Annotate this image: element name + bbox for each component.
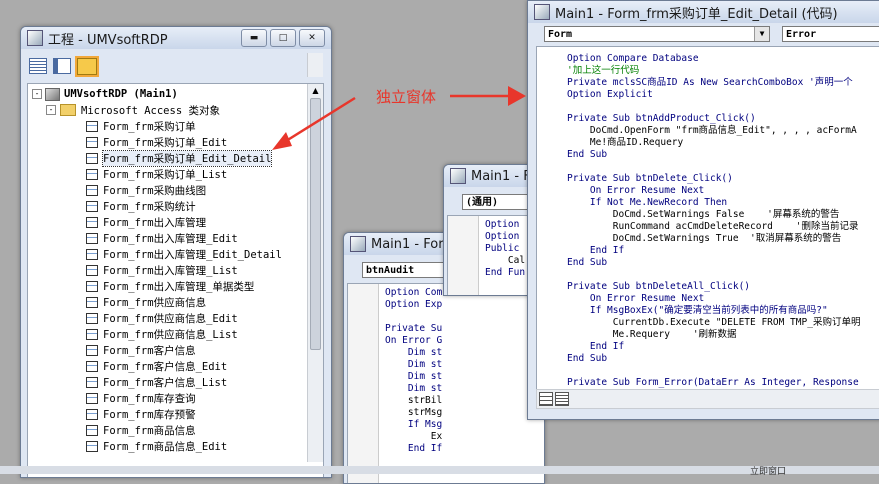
arrowhead-right (508, 86, 526, 106)
bottom-strip: 立即窗口 (0, 466, 879, 477)
annotation-arrows (272, 86, 526, 150)
arrow-to-tree-item (277, 96, 356, 148)
arrowhead-left (272, 132, 292, 150)
bottom-strip-label: 立即窗口 (750, 467, 787, 477)
